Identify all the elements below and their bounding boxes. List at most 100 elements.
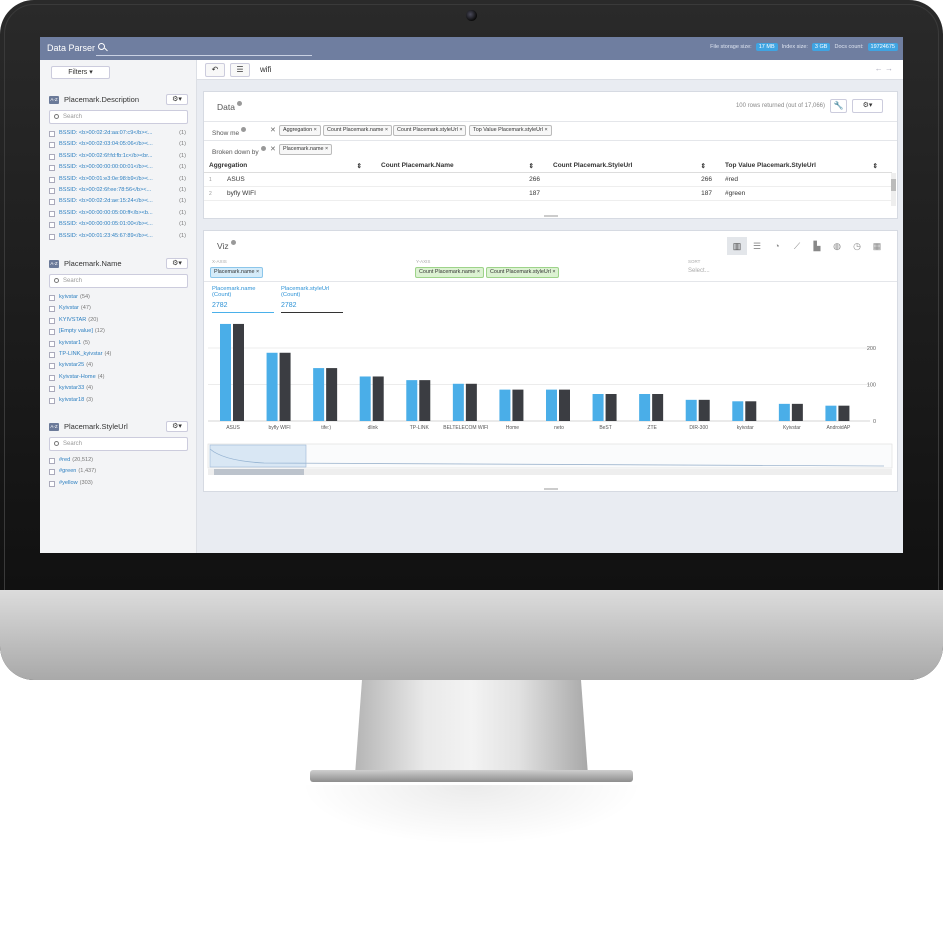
facet-item[interactable]: kyivstar (54) [49,292,188,303]
checkbox[interactable] [49,317,55,324]
checkbox[interactable] [49,165,55,172]
facet-item[interactable]: BSSID: <b>00:02:2d:ae:15:24</b><... (1) [49,196,188,207]
facet-search-input[interactable]: Search [49,110,188,124]
facet-settings-button[interactable]: ⚙▾ [166,421,188,432]
horizontal-bar-icon[interactable]: ☰ [747,237,767,255]
checkbox[interactable] [49,306,55,313]
search-icon [54,441,59,446]
checkbox[interactable] [49,458,55,464]
facet-item[interactable]: BSSID: <b>00:01:23:45:67:89</b><... (1) [49,231,188,242]
facet-item[interactable]: #green (1,437) [49,466,188,477]
facet-item[interactable]: BSSID: <b>00:02:03:04:05:06</b><... (1) [49,139,188,150]
area-chart-icon[interactable]: ▙ [807,237,827,255]
column-header[interactable]: Count Placemark.Name ⇕ [376,160,548,173]
facet-item[interactable]: kyivstar1 (5) [49,338,188,349]
checkbox[interactable] [49,480,55,487]
facet-item[interactable]: BSSID: <b>00:02:6f:fd:fb:1c</b><br... (1) [49,151,188,162]
line-chart-icon[interactable]: ⟋ [787,237,807,255]
database-button[interactable]: ☰ [230,63,250,77]
table-cell: 187 [376,186,548,201]
facet-item[interactable]: BSSID: <b>00:00:00:05:01:00</b><... (1) [49,219,188,230]
resize-grip[interactable] [544,215,558,217]
checkbox[interactable] [49,199,55,206]
table-row[interactable]: 2 byfly WIFI 187 187 #green [204,186,892,201]
facet-item[interactable]: kyivstar18 (3) [49,395,188,406]
global-search-input[interactable] [96,41,312,56]
back-arrow-icon[interactable]: ← [875,64,883,73]
facet-item[interactable]: BSSID: <b>00:02:6f:ee:78:56</b><... (1) [49,185,188,196]
facet-item[interactable]: [Empty value] (12) [49,326,188,337]
sort-az-icon[interactable]: A-Z [49,260,59,268]
wrench-button[interactable]: 🔧 [830,99,847,113]
checkbox[interactable] [49,397,55,404]
facet-item[interactable]: #yellow (303) [49,478,188,489]
y-tick-label: 200 [867,346,876,352]
metric-chip[interactable]: Count Placemark.styleUrl × [393,125,467,136]
globe-icon[interactable]: ◍ [827,237,847,255]
y-axis-chip[interactable]: Count Placemark.name × [415,267,484,278]
facet-item[interactable]: Kyivstar-Home (4) [49,372,188,383]
column-header[interactable]: Aggregation ⇕ [204,160,376,173]
checkbox[interactable] [49,374,55,381]
query-text[interactable]: wifi [260,65,272,74]
pie-chart-icon[interactable]: ◔ [767,237,787,255]
metric-chip[interactable]: Count Placemark.name × [323,125,392,136]
facet-item[interactable]: TP-LINK_kyivstar (4) [49,349,188,360]
checkbox[interactable] [49,295,55,301]
x-tick-label: dlink [368,425,379,431]
checkbox[interactable] [49,340,55,347]
facet-search-input[interactable]: Search [49,437,188,451]
clock-icon[interactable]: ◷ [847,237,867,255]
facet-item[interactable]: BSSID: <b>00:00:00:05:00:ff</b><b... (1) [49,208,188,219]
metric-chip[interactable]: Aggregation × [279,125,321,136]
column-header[interactable]: Count Placemark.StyleUrl ⇕ [548,160,720,173]
sort-az-icon[interactable]: A-Z [49,96,59,104]
checkbox[interactable] [49,351,55,358]
facet-item[interactable]: kyivstar25 (4) [49,360,188,371]
resize-grip[interactable] [544,488,558,490]
facet-settings-button[interactable]: ⚙▾ [166,94,188,105]
checkbox[interactable] [49,386,55,393]
settings-button[interactable]: ⚙▾ [852,99,883,113]
facet-item[interactable]: BSSID: <b>00:01:e3:0e:98:b9</b><... (1) [49,174,188,185]
facet-item[interactable]: BSSID: <b>00:02:2d:aa:07:c9</b><... (1) [49,128,188,139]
filters-button[interactable]: Filters ▾ [51,66,110,79]
checkbox[interactable] [49,222,55,229]
checkbox[interactable] [49,233,55,240]
y-axis-chip[interactable]: Count Placemark.styleUrl × [486,267,560,278]
checkbox[interactable] [49,176,55,183]
forward-arrow-icon[interactable]: → [885,64,893,73]
undo-button[interactable]: ↶ [205,63,225,77]
metric-chip[interactable]: Top Value Placemark.styleUrl × [469,125,552,136]
checkbox[interactable] [49,142,55,149]
facet-item[interactable]: BSSID: <b>00:00:00:00:00:01</b><... (1) [49,162,188,173]
bar [465,383,477,421]
table-icon[interactable]: ▦ [867,237,887,255]
checkbox[interactable] [49,153,55,160]
facet-item[interactable]: KYIVSTAR (20) [49,315,188,326]
checkbox[interactable] [49,131,55,137]
facet-item[interactable]: Kyivstar (47) [49,303,188,314]
checkbox[interactable] [49,329,55,336]
checkbox[interactable] [49,469,55,476]
facet-item[interactable]: kyivstar33 (4) [49,383,188,394]
bar-chart-icon[interactable]: ▥ [727,237,747,255]
checkbox[interactable] [49,210,55,217]
clear-icon[interactable]: ✕ [270,126,276,134]
checkbox[interactable] [49,187,55,194]
table-scrollbar[interactable] [891,173,896,206]
table-cell: #green [720,186,892,201]
column-header[interactable]: Top Value Placemark.StyleUrl ⇕ [720,160,892,173]
facet-search-input[interactable]: Search [49,274,188,288]
table-header-row: Aggregation ⇕ Count Placemark.Name ⇕ Count… [204,160,892,173]
sort-select[interactable]: Select... [688,268,710,274]
sort-az-icon[interactable]: A-Z [49,423,59,431]
nav-arrows[interactable]: ← → [875,64,893,73]
table-row[interactable]: 1 ASUS 266 266 #red [204,172,892,187]
dimension-chip[interactable]: Placemark.name × [279,144,333,155]
clear-icon[interactable]: ✕ [270,145,276,153]
facet-item[interactable]: #red (20,512) [49,455,188,466]
x-axis-chip[interactable]: Placemark.name × [210,267,264,278]
checkbox[interactable] [49,363,55,370]
facet-settings-button[interactable]: ⚙▾ [166,258,188,269]
